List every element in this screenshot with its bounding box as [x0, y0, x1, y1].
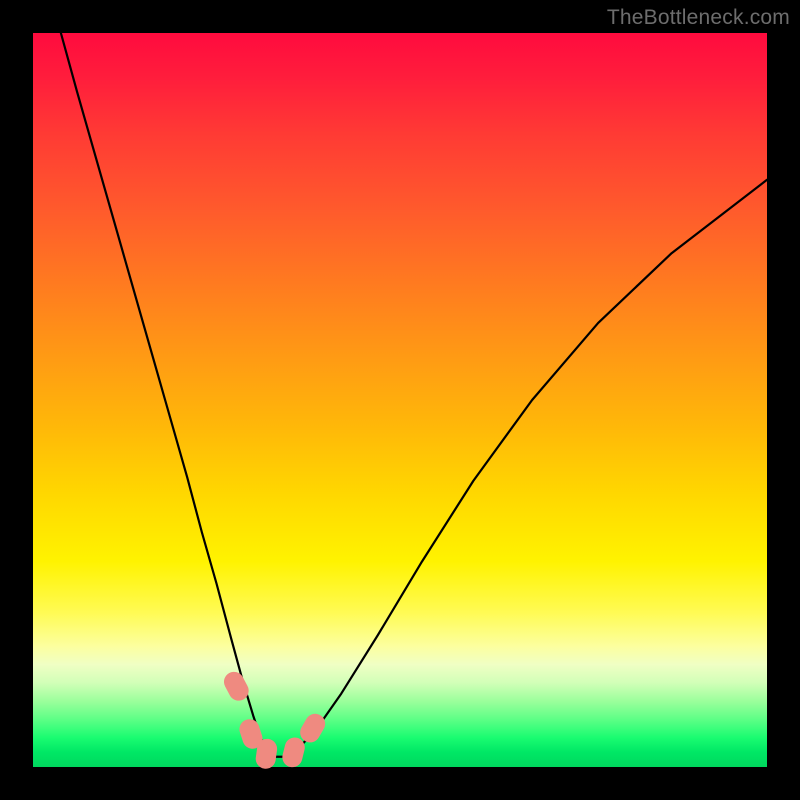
- curve-marker: [280, 735, 307, 769]
- chart-frame: TheBottleneck.com: [0, 0, 800, 800]
- plot-area: [33, 33, 767, 767]
- bottleneck-curve: [33, 33, 767, 767]
- watermark-text: TheBottleneck.com: [607, 6, 790, 30]
